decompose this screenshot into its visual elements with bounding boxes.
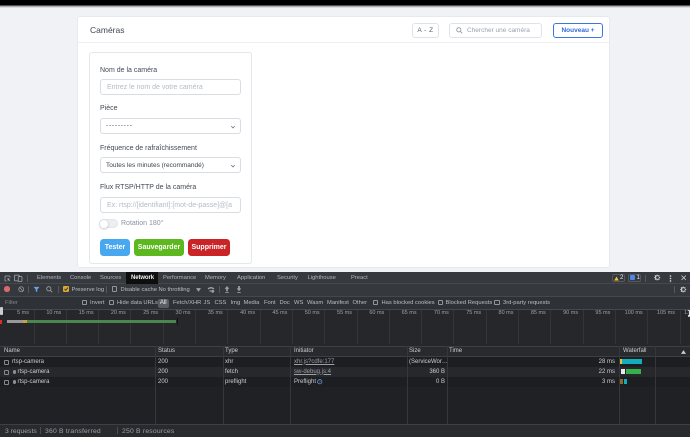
svg-text:?: ? — [319, 380, 321, 384]
